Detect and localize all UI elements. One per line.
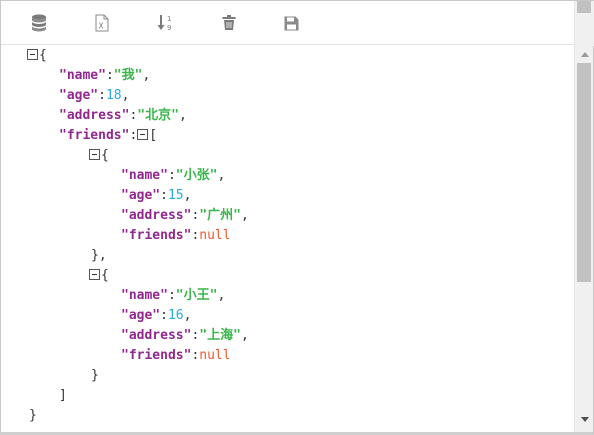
code-line: "name":"我",: [59, 68, 151, 83]
delete-button[interactable]: [215, 9, 243, 37]
database-button[interactable]: [25, 9, 53, 37]
code-line: {: [89, 146, 109, 166]
vertical-scrollbar[interactable]: [574, 1, 594, 432]
code-line: "age":15,: [121, 188, 192, 203]
code-line: }: [29, 408, 37, 423]
code-line: "address":"北京",: [59, 108, 187, 123]
code-line: ]: [59, 388, 67, 403]
arrow-up-icon: [580, 52, 589, 57]
export-excel-button[interactable]: X: [88, 9, 116, 37]
collapse-toggle-icon[interactable]: [89, 149, 100, 160]
toolbar: X 1 9: [1, 1, 575, 45]
code-line: "friends":null: [121, 228, 231, 243]
code-line: "address":"上海",: [121, 328, 249, 343]
scroll-down-button[interactable]: [575, 411, 594, 428]
code-line: {: [89, 266, 109, 286]
collapse-toggle-icon[interactable]: [27, 49, 38, 60]
code-line: "age":18,: [59, 88, 130, 103]
collapse-toggle-icon[interactable]: [137, 129, 149, 140]
code-line: "name":"小王",: [121, 288, 226, 303]
json-editor[interactable]: { "name":"我", "age":18, "address":"北京", …: [1, 46, 575, 432]
code-line: }: [91, 368, 99, 383]
save-icon: [284, 16, 298, 30]
trash-icon: [222, 15, 236, 30]
code-line: "name":"小张",: [121, 168, 226, 183]
collapse-toggle-icon[interactable]: [89, 269, 100, 280]
save-button[interactable]: [277, 9, 305, 37]
svg-text:X: X: [99, 22, 104, 31]
arrow-down-icon: [580, 417, 589, 422]
sort-button[interactable]: 1 9: [152, 9, 180, 37]
scrollbar-top-track: [575, 1, 594, 46]
code-line: {: [27, 46, 47, 66]
upper-scroll-thumb[interactable]: [577, 1, 591, 13]
svg-text:1: 1: [167, 15, 171, 23]
sort-icon: 1 9: [157, 15, 171, 32]
database-icon: [32, 14, 46, 32]
svg-text:9: 9: [167, 24, 171, 32]
code-line: "address":"广州",: [121, 208, 249, 223]
code-line: "friends":[: [59, 128, 158, 143]
json-viewer-window: X 1 9 {"name":"我", "age":18, "address":…: [0, 0, 594, 435]
code-line: },: [91, 248, 107, 263]
code-line: "friends":null: [121, 348, 231, 363]
scroll-thumb[interactable]: [577, 63, 591, 282]
scroll-up-button[interactable]: [575, 46, 594, 63]
code-line: "age":16,: [121, 308, 192, 323]
excel-file-icon: X: [95, 14, 109, 32]
